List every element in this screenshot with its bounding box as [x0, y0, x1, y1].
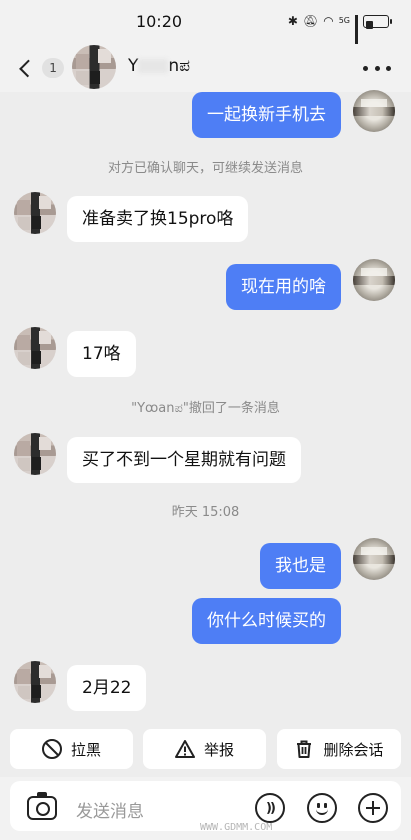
voice-icon[interactable]: )) [255, 793, 285, 823]
emoji-icon[interactable] [307, 793, 337, 823]
watermark: WWW.GDMM.COM [200, 822, 273, 833]
contact-name[interactable]: Ynಪ [128, 56, 190, 76]
self-avatar[interactable] [353, 90, 395, 132]
input-placeholder: 发送消息 [76, 802, 144, 822]
plus-icon[interactable] [358, 793, 388, 823]
bluetooth-icon: ✱ [287, 14, 298, 28]
block-label: 拉黑 [70, 740, 101, 759]
message-bubble-incoming[interactable]: 2月22 [67, 665, 147, 711]
delete-label: 删除会话 [323, 740, 384, 759]
trash-icon [297, 740, 312, 758]
block-icon [41, 739, 62, 759]
warning-icon [174, 740, 195, 758]
self-avatar[interactable] [353, 259, 395, 301]
message-bubble-outgoing[interactable]: 我也是 [260, 543, 341, 589]
message-bubble-outgoing[interactable]: 一起换新手机去 [192, 92, 341, 138]
network-label: 5G [338, 16, 350, 25]
block-button[interactable]: 拉黑 [10, 729, 133, 769]
camera-icon[interactable] [27, 792, 57, 820]
more-horizontal-icon [363, 65, 368, 71]
message-bubble-outgoing[interactable]: 现在用的啥 [226, 264, 341, 310]
delete-conversation-button[interactable]: 删除会话 [277, 729, 401, 769]
message-bubble-incoming[interactable]: 准备卖了换15pro咯 [67, 196, 249, 242]
status-time: 10:20 [135, 12, 183, 31]
chat-header: 1 Ynಪ [0, 44, 411, 92]
contact-avatar[interactable] [72, 45, 116, 89]
status-bar: 10:20 ✱ 🔕︎ ◠ 5G [0, 0, 411, 46]
system-notice: 对方已确认聊天，可继续发送消息 [107, 161, 303, 176]
contact-avatar[interactable] [14, 192, 56, 234]
back-button[interactable]: 1 [16, 54, 64, 82]
battery-icon [363, 14, 392, 29]
message-bubble-incoming[interactable]: 买了不到一个星期就有问题 [67, 437, 301, 483]
contact-avatar[interactable] [14, 327, 56, 369]
chevron-left-icon [19, 59, 37, 77]
contact-avatar[interactable] [14, 661, 56, 703]
report-button[interactable]: 举报 [143, 729, 266, 769]
wifi-icon: ◠ [323, 14, 334, 28]
report-label: 举报 [203, 740, 234, 759]
status-icons: ✱ 🔕︎ ◠ 5G [287, 13, 392, 46]
timestamp: 昨天 15:08 [171, 505, 240, 520]
self-avatar[interactable] [353, 538, 395, 580]
message-bubble-incoming[interactable]: 17咯 [67, 331, 136, 377]
unread-badge: 1 [42, 58, 64, 78]
message-bubble-outgoing[interactable]: 你什么时候买的 [192, 598, 341, 644]
more-button[interactable] [363, 56, 391, 80]
mute-icon: 🔕︎ [302, 14, 319, 28]
contact-avatar[interactable] [14, 433, 56, 475]
signal-icon [355, 15, 358, 46]
recall-notice: "Yꝏanಪ"撤回了一条消息 [131, 401, 280, 416]
